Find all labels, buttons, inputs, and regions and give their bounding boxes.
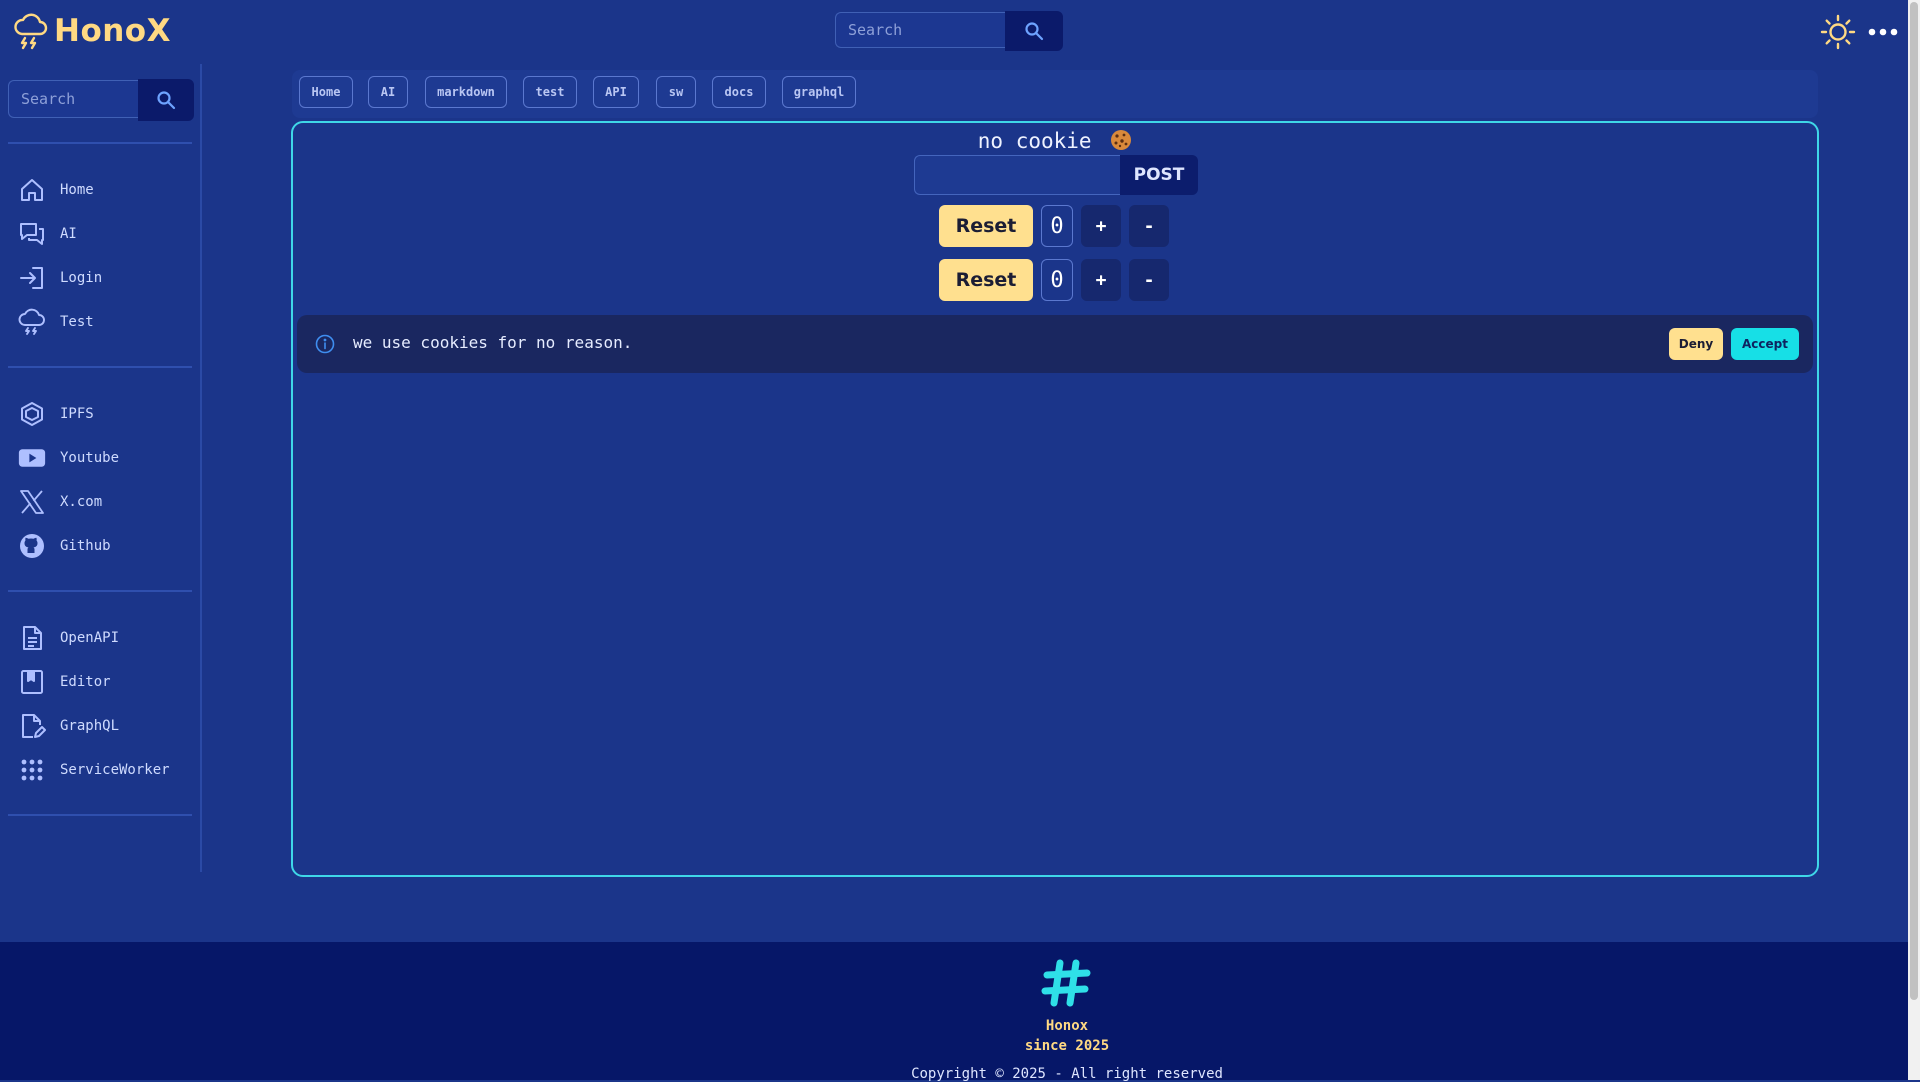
counter-row: Reset 0 + - — [939, 205, 1169, 247]
tab-api[interactable]: API — [593, 76, 639, 108]
sidebar-divider — [8, 366, 192, 368]
footer: Honox since 2025 Copyright © 2025 - All … — [0, 942, 1908, 1082]
home-icon — [18, 176, 46, 204]
post-input[interactable] — [914, 155, 1120, 195]
top-header: HonoX — [0, 0, 1920, 64]
x-logo-icon — [18, 488, 46, 516]
sidebar-item-x[interactable]: X.com — [18, 484, 194, 520]
tab-docs[interactable]: docs — [712, 76, 766, 108]
counter-row: Reset 0 + - — [939, 259, 1169, 301]
sidebar-item-test[interactable]: Test — [18, 304, 194, 340]
main-panel: no cookie POST Reset 0 + - Reset 0 + - w… — [291, 121, 1819, 877]
sidebar-item-openapi[interactable]: OpenAPI — [18, 620, 194, 656]
tab-ai[interactable]: AI — [368, 76, 408, 108]
login-icon — [18, 264, 46, 292]
sidebar-item-label: IPFS — [60, 406, 94, 422]
sidebar-item-label: Login — [60, 270, 103, 286]
increment-button[interactable]: + — [1081, 205, 1121, 247]
accept-button[interactable]: Accept — [1731, 328, 1799, 360]
cookie-status-heading: no cookie — [293, 129, 1817, 153]
brand-name: HonoX — [54, 13, 172, 49]
tab-bar: Home AI markdown test API sw docs graphq… — [292, 70, 1818, 118]
sun-icon[interactable] — [1820, 14, 1856, 50]
cloud-storm-icon — [18, 308, 46, 336]
brand[interactable]: HonoX — [14, 12, 171, 50]
footer-name: Honox — [1045, 1018, 1089, 1034]
sidebar-item-ipfs[interactable]: IPFS — [18, 396, 194, 432]
sidebar-item-graphql[interactable]: GraphQL — [18, 708, 194, 744]
sidebar-search-input[interactable] — [8, 80, 138, 118]
sidebar-item-label: Test — [60, 314, 94, 330]
cookie-status-text: no cookie — [977, 129, 1092, 153]
cookie-consent-banner: we use cookies for no reason. Deny Accep… — [297, 315, 1813, 373]
increment-button[interactable]: + — [1081, 259, 1121, 301]
sidebar-item-label: X.com — [60, 494, 103, 510]
file-edit-icon — [18, 712, 46, 740]
page-scrollbar[interactable] — [1908, 0, 1920, 1080]
header-search-input[interactable] — [835, 12, 1005, 48]
sidebar-item-serviceworker[interactable]: ServiceWorker — [18, 752, 194, 788]
decrement-button[interactable]: - — [1129, 205, 1169, 247]
sidebar-item-label: ServiceWorker — [60, 762, 170, 778]
chat-icon — [18, 220, 46, 248]
sidebar-item-label: GraphQL — [60, 718, 120, 734]
deny-button[interactable]: Deny — [1669, 328, 1723, 360]
header-search — [835, 11, 1063, 51]
sidebar: Home AI Login Test IPFS Youtube — [0, 64, 202, 872]
sidebar-item-home[interactable]: Home — [18, 172, 194, 208]
book-icon — [18, 668, 46, 696]
header-search-button[interactable] — [1005, 11, 1063, 51]
sidebar-search — [8, 79, 194, 121]
sidebar-divider — [8, 590, 192, 592]
tab-markdown[interactable]: markdown — [425, 76, 507, 108]
github-icon — [18, 532, 46, 560]
sidebar-search-button[interactable] — [138, 79, 194, 121]
sidebar-item-editor[interactable]: Editor — [18, 664, 194, 700]
tab-home[interactable]: Home — [299, 76, 353, 108]
cookie-banner-text: we use cookies for no reason. — [353, 333, 633, 352]
sidebar-item-ai[interactable]: AI — [18, 216, 194, 252]
sidebar-divider — [8, 142, 192, 144]
counter-value: 0 — [1041, 205, 1073, 247]
sidebar-item-label: AI — [60, 226, 77, 242]
search-icon — [1025, 22, 1044, 41]
document-icon — [18, 624, 46, 652]
sidebar-item-github[interactable]: Github — [18, 528, 194, 564]
sidebar-item-youtube[interactable]: Youtube — [18, 440, 194, 476]
more-options-icon[interactable] — [1866, 18, 1900, 46]
info-icon — [315, 334, 335, 354]
sidebar-divider — [8, 814, 192, 816]
sidebar-item-login[interactable]: Login — [18, 260, 194, 296]
reset-button[interactable]: Reset — [939, 259, 1033, 301]
cube-icon — [18, 400, 46, 428]
grid-icon — [18, 756, 46, 784]
sidebar-item-label: OpenAPI — [60, 630, 120, 646]
sidebar-item-label: Home — [60, 182, 94, 198]
tab-test[interactable]: test — [523, 76, 577, 108]
scrollbar-thumb[interactable] — [1910, 2, 1918, 1000]
cookie-icon — [1111, 130, 1132, 150]
reset-button[interactable]: Reset — [939, 205, 1033, 247]
tab-graphql[interactable]: graphql — [782, 76, 856, 108]
sidebar-item-label: Youtube — [60, 450, 120, 466]
sidebar-item-label: Github — [60, 538, 111, 554]
tab-sw[interactable]: sw — [656, 76, 696, 108]
cloud-lightning-icon — [14, 12, 48, 50]
youtube-icon — [18, 444, 46, 472]
decrement-button[interactable]: - — [1129, 259, 1169, 301]
footer-since: since 2025 — [1024, 1038, 1110, 1054]
search-icon — [157, 91, 176, 110]
hashtag-logo-icon — [1041, 959, 1091, 1007]
counter-value: 0 — [1041, 259, 1073, 301]
post-form: POST — [914, 155, 1198, 195]
sidebar-item-label: Editor — [60, 674, 111, 690]
post-button[interactable]: POST — [1120, 155, 1198, 195]
